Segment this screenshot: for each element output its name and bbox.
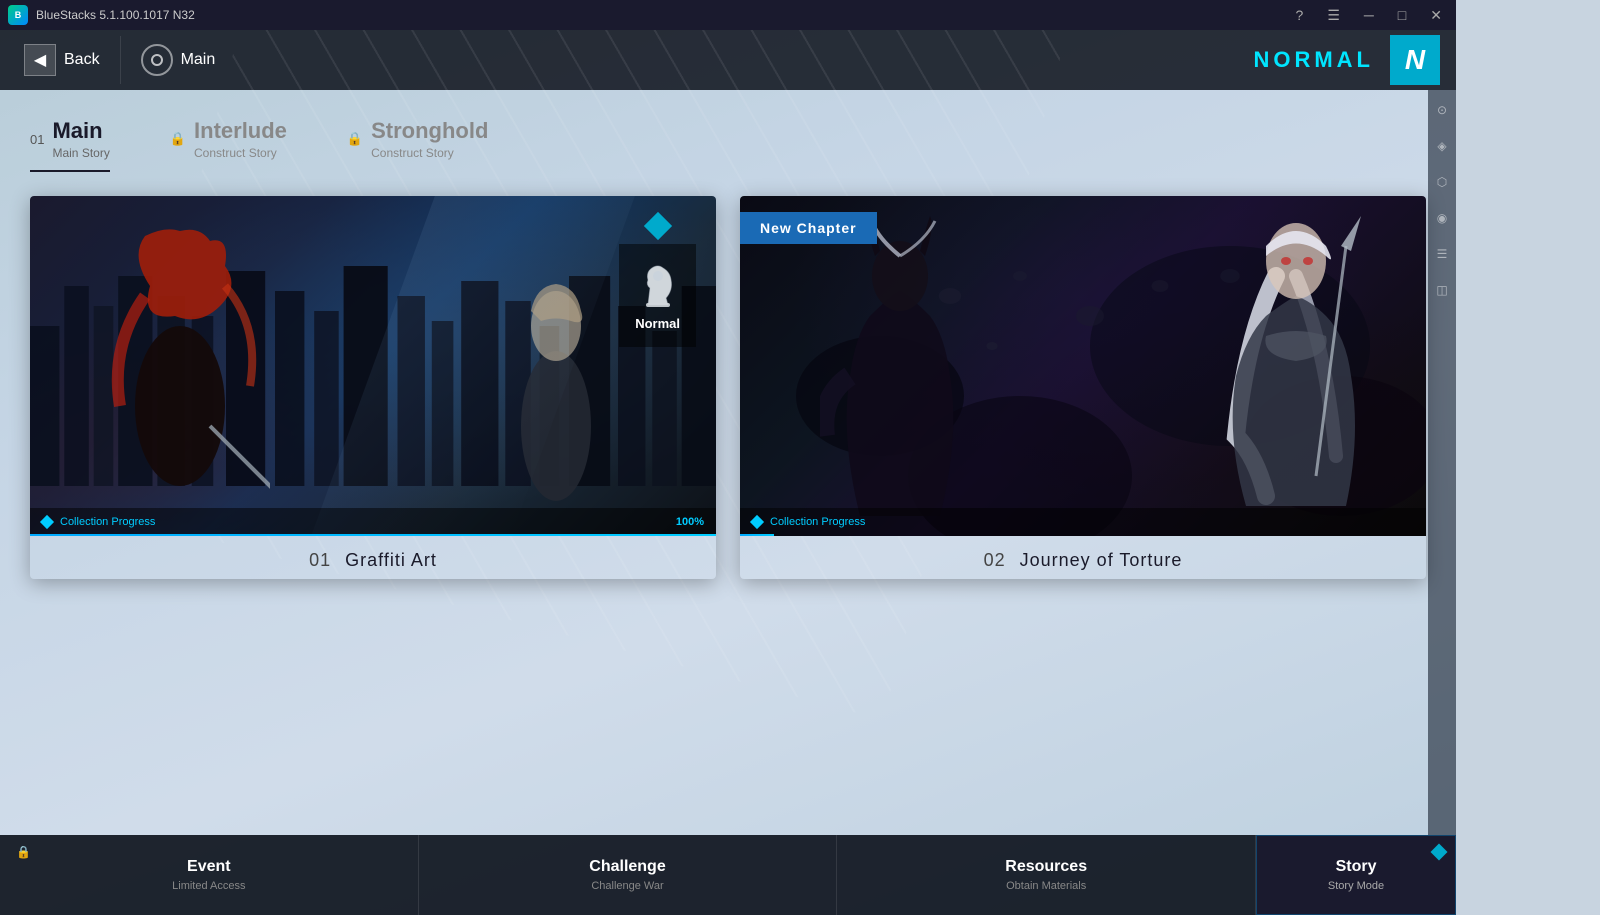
back-button[interactable]: ◀ Back [16,36,121,84]
main-label: Main [181,51,216,69]
progress-bar-2: Collection Progress [740,508,1426,536]
progress-track-1 [30,534,716,536]
tab-interlude-texts: Interlude Construct Story [194,118,287,160]
difficulty-icon: N [1390,35,1440,85]
character2-left-dark [820,216,980,516]
tab-main-number: 01 [30,132,44,147]
bottom-nav-event[interactable]: 🔒 Event Limited Access [0,835,419,915]
card-journey-image: New Chapter Collection Progress [740,196,1426,536]
progress-percent-1: 100% [676,516,704,528]
bottom-nav-challenge[interactable]: Challenge Challenge War [419,835,838,915]
difficulty-label: NORMAL [1253,47,1374,73]
bottom-nav-resources[interactable]: Resources Obtain Materials [837,835,1256,915]
sidebar-icon-6[interactable]: ◫ [1432,280,1452,300]
challenge-sublabel: Challenge War [591,880,663,892]
tab-main-sublabel: Main Story [52,146,109,160]
card-title-2: 02 Journey of Torture [740,536,1426,579]
progress-diamond-icon-2 [750,515,764,529]
help-button[interactable]: ? [1290,5,1310,25]
sidebar-icon-1[interactable]: ⊙ [1432,100,1452,120]
resources-sublabel: Obtain Materials [1006,880,1086,892]
tab-main-label: Main [52,118,109,144]
character-left-silhouette [90,226,270,506]
new-chapter-label: New Chapter [760,220,857,236]
progress-diamond-icon-1 [40,515,54,529]
main-button[interactable]: Main [121,36,236,84]
titlebar: B BlueStacks 5.1.100.1017 N32 ? ☰ ─ □ ✕ [0,0,1456,30]
window-controls: ? ☰ ─ □ ✕ [1290,5,1448,26]
progress-label-1: Collection Progress [60,516,668,528]
main-circle-inner [151,54,163,66]
tab-main-texts: Main Main Story [52,118,109,160]
character-right-silhouette [496,266,616,506]
card-graffiti-image: Normal Collection Progress 100% [30,196,716,536]
sidebar-icon-5[interactable]: ☰ [1432,244,1452,264]
progress-label-2: Collection Progress [770,516,1414,528]
bottom-nav-story[interactable]: Story Story Mode [1256,835,1456,915]
progress-bar-1: Collection Progress 100% [30,508,716,536]
chess-piece-box: Normal [619,244,696,347]
close-button[interactable]: ✕ [1424,5,1448,26]
chess-piece-overlay: Normal [619,216,696,347]
app-logo: B [8,5,28,25]
tab-stronghold[interactable]: 🔒 Stronghold Construct Story [347,110,509,172]
tab-stronghold-sublabel: Construct Story [371,146,488,160]
sidebar-icon-3[interactable]: ⬡ [1432,172,1452,192]
chess-diamond-icon [643,212,671,240]
event-label: Event [187,858,231,876]
tab-navigation: 01 Main Main Story 🔒 Interlude Construct… [30,110,1426,172]
minimize-button[interactable]: ─ [1358,5,1380,25]
chess-label: Normal [635,316,680,331]
card-title-1: 01 Graffiti Art [30,536,716,579]
main-circle-icon [141,44,173,76]
content-area: 01 Main Main Story 🔒 Interlude Construct… [0,90,1456,599]
sidebar-icon-2[interactable]: ◈ [1432,136,1452,156]
cards-container: Normal Collection Progress 100% 01 Graff… [30,196,1426,579]
card-graffiti-art[interactable]: Normal Collection Progress 100% 01 Graff… [30,196,716,579]
tab-interlude[interactable]: 🔒 Interlude Construct Story [170,110,307,172]
stronghold-lock-icon: 🔒 [347,131,363,147]
story-label: Story [1336,858,1377,876]
back-arrow-icon: ◀ [24,44,56,76]
tab-interlude-sublabel: Construct Story [194,146,287,160]
maximize-button[interactable]: □ [1392,5,1412,25]
card-name-2: Journey of Torture [1020,550,1183,570]
bottom-navigation: 🔒 Event Limited Access Challenge Challen… [0,835,1456,915]
card-journey-of-torture[interactable]: New Chapter Collection Progress 02 Journ… [740,196,1426,579]
app-title: BlueStacks 5.1.100.1017 N32 [36,8,1290,22]
knight-chess-icon [638,260,678,310]
card-num-2: 02 [984,550,1006,570]
tab-interlude-label: Interlude [194,118,287,144]
story-sublabel: Story Mode [1328,880,1384,892]
menu-button[interactable]: ☰ [1321,5,1346,26]
tab-stronghold-texts: Stronghold Construct Story [371,118,488,160]
tab-stronghold-label: Stronghold [371,118,488,144]
event-sublabel: Limited Access [172,880,245,892]
card-img-2-bg [740,196,1426,536]
topbar: ◀ Back Main NORMAL N [0,30,1456,90]
interlude-lock-icon: 🔒 [170,131,186,147]
progress-track-2 [740,534,774,536]
new-chapter-badge: New Chapter [740,212,877,244]
topbar-right: NORMAL N [1253,35,1440,85]
card-num-1: 01 [309,550,331,570]
main-area: ◀ Back Main NORMAL N ⊙ ◈ ⬡ ◉ ☰ ◫ 01 Mai [0,30,1456,915]
character2-right-armor [1196,196,1396,526]
right-sidebar: ⊙ ◈ ⬡ ◉ ☰ ◫ [1428,90,1456,835]
event-lock-icon: 🔒 [16,845,31,859]
sidebar-icon-4[interactable]: ◉ [1432,208,1452,228]
card-name-1: Graffiti Art [345,550,437,570]
card-img-1-bg [30,196,716,536]
resources-label: Resources [1005,858,1087,876]
tab-main[interactable]: 01 Main Main Story [30,110,130,172]
back-label: Back [64,51,100,69]
challenge-label: Challenge [589,858,665,876]
story-diamond-icon [1431,844,1448,861]
